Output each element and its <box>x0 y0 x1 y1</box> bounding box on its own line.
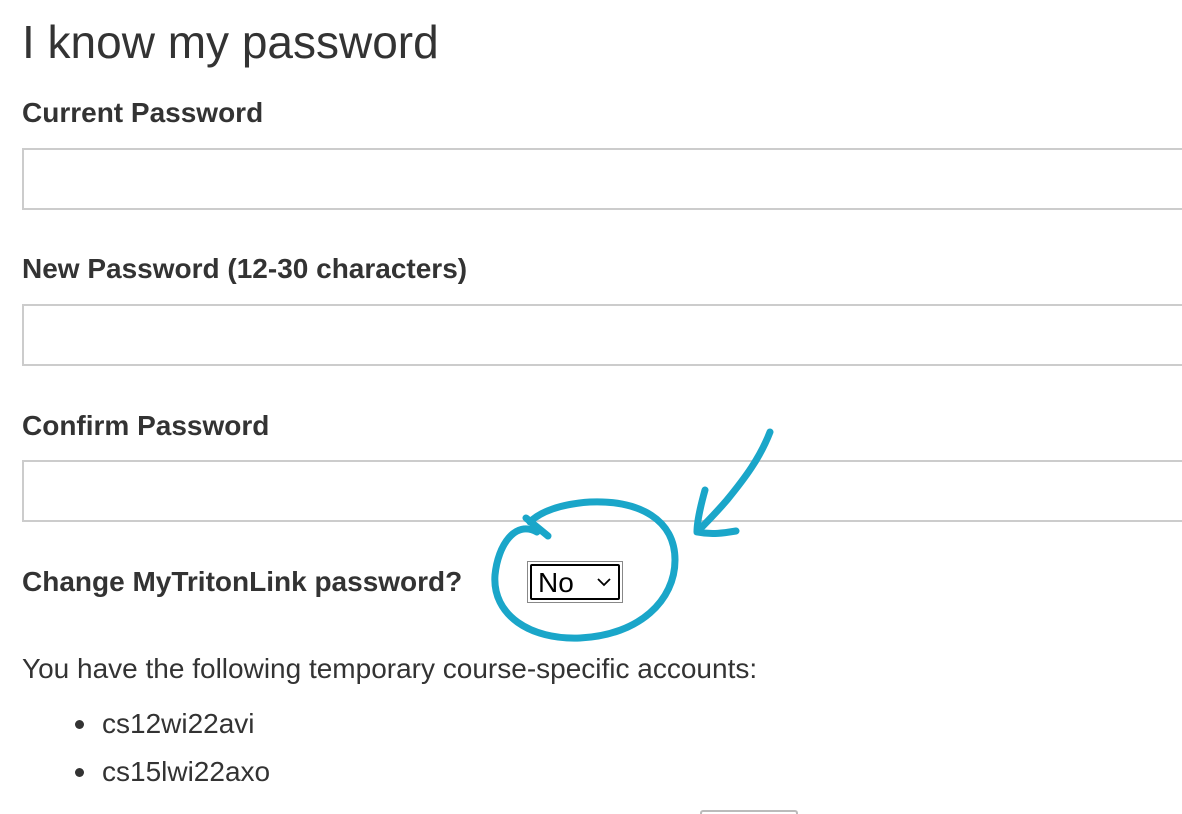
account-name: cs15lwi22axo <box>102 756 271 787</box>
accounts-list: cs12wi22avi cs15lwi22axo <box>22 700 270 796</box>
confirm-password-input[interactable] <box>22 460 1182 522</box>
new-password-input[interactable] <box>22 304 1182 366</box>
current-password-label: Current Password <box>22 97 264 128</box>
new-password-label: New Password (12-30 characters) <box>22 253 468 284</box>
account-name: cs12wi22avi <box>102 708 255 739</box>
bullet-icon <box>75 720 84 729</box>
list-item: cs12wi22avi <box>22 700 270 748</box>
accounts-intro-text: You have the following temporary course-… <box>22 653 758 684</box>
current-password-input[interactable] <box>22 148 1182 210</box>
page-title: I know my password <box>22 16 439 68</box>
confirm-password-label: Confirm Password <box>22 410 270 441</box>
submit-button[interactable] <box>700 810 798 814</box>
password-change-page: I know my password Current Password New … <box>0 0 1182 814</box>
chevron-down-icon <box>597 578 611 587</box>
bullet-icon <box>75 768 84 777</box>
mytritonlink-select-inner[interactable]: No <box>530 564 620 600</box>
mytritonlink-select-value: No <box>538 567 574 598</box>
list-item: cs15lwi22axo <box>22 748 270 796</box>
mytritonlink-label: Change MyTritonLink password? <box>22 566 463 597</box>
mytritonlink-select[interactable]: No <box>527 561 623 603</box>
